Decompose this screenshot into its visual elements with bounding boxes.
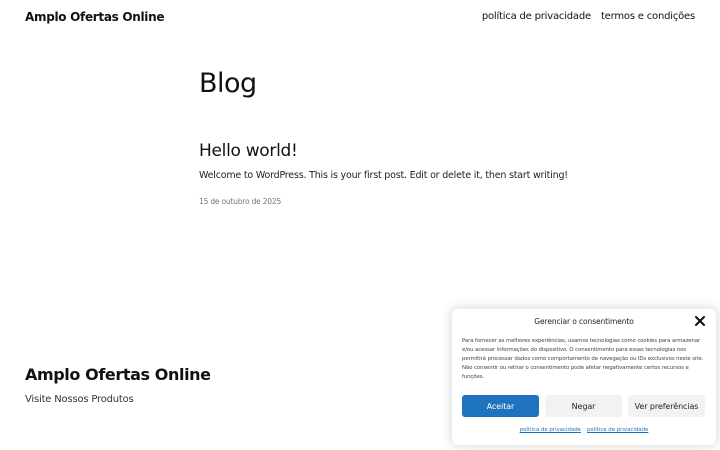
footer-site-title[interactable]: Amplo Ofertas Online <box>25 365 211 384</box>
site-title[interactable]: Amplo Ofertas Online <box>25 10 165 24</box>
consent-links: política de privacidade política de priv… <box>452 427 716 433</box>
consent-message: Para fornecer as melhores experiências, … <box>462 338 704 380</box>
close-icon[interactable] <box>694 315 706 327</box>
primary-nav: política de privacidade termos e condiçõ… <box>482 11 695 22</box>
consent-title: Gerenciar o consentimento <box>534 317 634 326</box>
consent-privacy-link-2[interactable]: política de privacidade <box>587 427 648 433</box>
deny-button[interactable]: Negar <box>545 395 622 417</box>
view-preferences-button[interactable]: Ver preferências <box>628 395 705 417</box>
footer-tagline: Visite Nossos Produtos <box>25 394 134 405</box>
cookie-consent-dialog: Gerenciar o consentimento Para fornecer … <box>452 309 716 445</box>
consent-privacy-link-1[interactable]: política de privacidade <box>520 427 581 433</box>
post-excerpt: Welcome to WordPress. This is your first… <box>199 170 568 181</box>
post-title-link[interactable]: Hello world! <box>199 141 298 161</box>
page-title: Blog <box>199 68 257 99</box>
consent-button-row: Aceitar Negar Ver preferências <box>462 395 705 417</box>
accept-button[interactable]: Aceitar <box>462 395 539 417</box>
post-date: 15 de outubro de 2025 <box>199 197 282 206</box>
nav-link-terms[interactable]: termos e condições <box>601 11 695 22</box>
nav-link-privacy-policy[interactable]: política de privacidade <box>482 11 591 22</box>
